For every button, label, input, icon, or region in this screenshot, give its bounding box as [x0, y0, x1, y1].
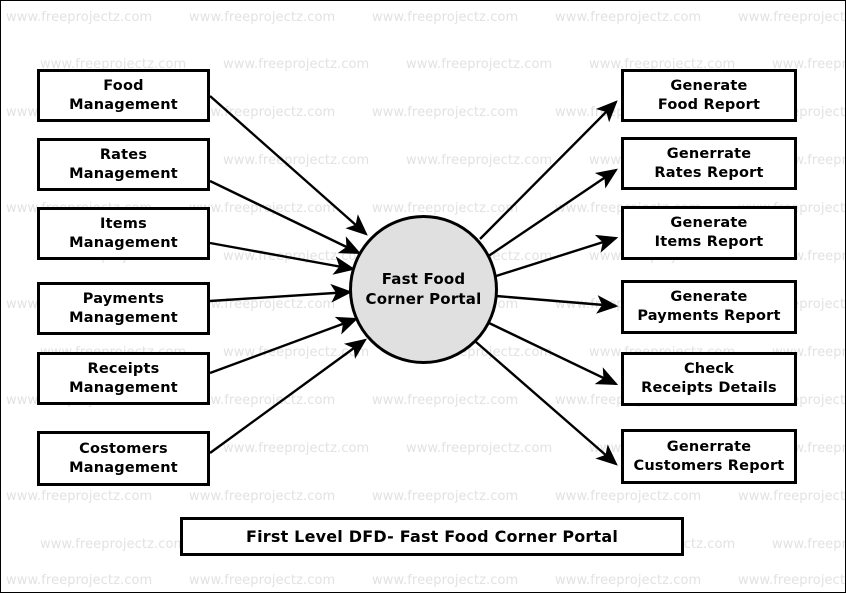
- node-layer: Food Management Rates Management Items Mana…: [1, 1, 845, 592]
- entity-generrate-rates-report[interactable]: Generrate Rates Report: [621, 137, 797, 190]
- diagram-title: First Level DFD- Fast Food Corner Portal: [245, 527, 619, 546]
- entity-generate-items-report[interactable]: Generate Items Report: [621, 206, 797, 260]
- entity-food-management[interactable]: Food Management: [37, 69, 210, 122]
- entity-check-receipts-details[interactable]: Check Receipts Details: [621, 352, 797, 406]
- entity-costomers-management[interactable]: Costomers Management: [37, 431, 210, 486]
- entity-generrate-rates-report-label: Generrate Rates Report: [654, 145, 764, 181]
- entity-generate-food-report[interactable]: Generate Food Report: [621, 69, 797, 122]
- entity-payments-management-label: Payments Management: [69, 290, 178, 326]
- process-label: Fast Food Corner Portal: [365, 270, 482, 308]
- entity-generrate-customers-report-label: Generrate Customers Report: [633, 438, 785, 474]
- entity-items-management[interactable]: Items Management: [37, 207, 210, 260]
- entity-generate-payments-report-label: Generate Payments Report: [637, 289, 781, 324]
- entity-generate-food-report-label: Generate Food Report: [657, 77, 761, 113]
- entity-check-receipts-details-label: Check Receipts Details: [641, 361, 777, 396]
- entity-rates-management[interactable]: Rates Management: [37, 138, 210, 191]
- entity-items-management-label: Items Management: [69, 215, 178, 251]
- entity-payments-management[interactable]: Payments Management: [37, 282, 210, 335]
- diagram-title-box: First Level DFD- Fast Food Corner Portal: [180, 517, 684, 556]
- entity-receipts-management-label: Receipts Management: [69, 360, 178, 396]
- entity-receipts-management[interactable]: Receipts Management: [37, 352, 210, 405]
- process-fast-food-corner-portal[interactable]: Fast Food Corner Portal: [349, 215, 498, 364]
- dfd-diagram-canvas: www.freeprojectz.com www.freeprojectz.com…: [0, 0, 846, 593]
- entity-rates-management-label: Rates Management: [69, 146, 178, 182]
- entity-food-management-label: Food Management: [69, 77, 178, 113]
- entity-costomers-management-label: Costomers Management: [69, 440, 178, 476]
- entity-generate-payments-report[interactable]: Generate Payments Report: [621, 280, 797, 334]
- entity-generrate-customers-report[interactable]: Generrate Customers Report: [621, 429, 797, 484]
- entity-generate-items-report-label: Generate Items Report: [654, 215, 764, 250]
